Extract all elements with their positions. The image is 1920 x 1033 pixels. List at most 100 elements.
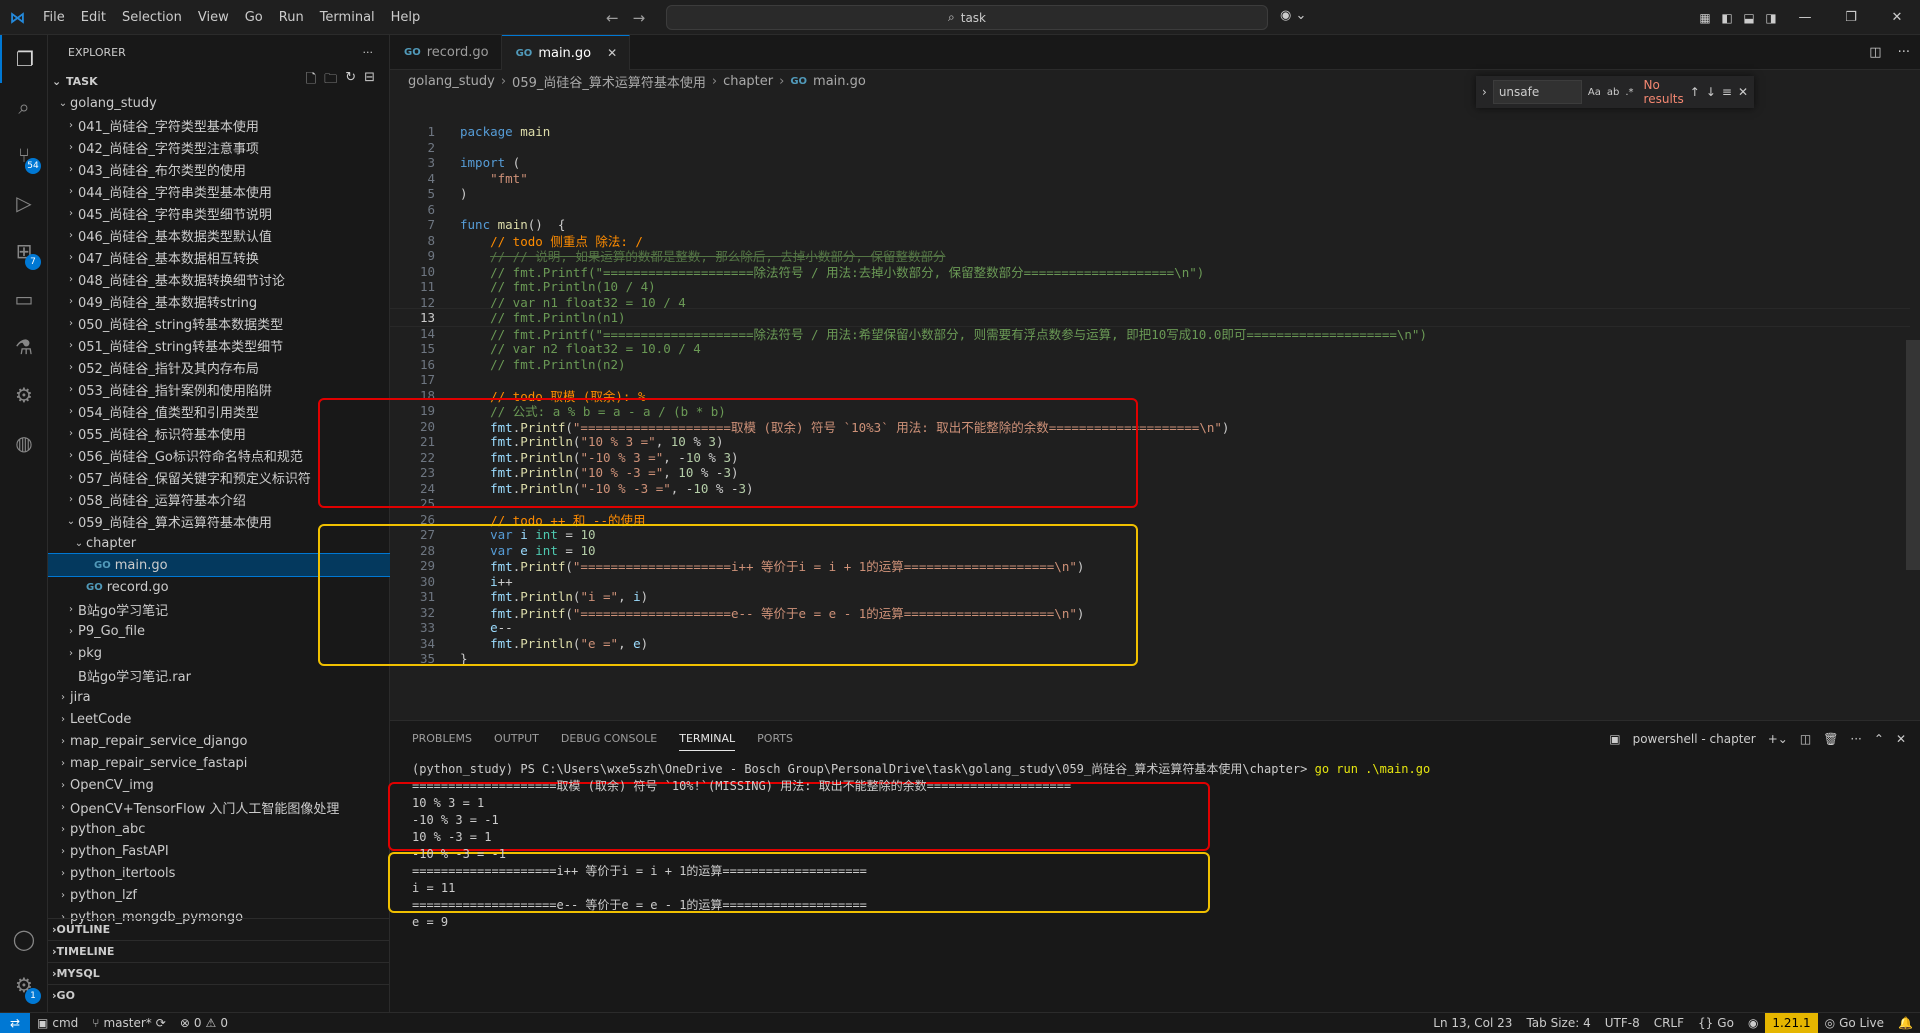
status-eol[interactable]: CRLF xyxy=(1647,1013,1691,1033)
sync-icon[interactable]: ⟳ xyxy=(156,1016,166,1030)
tree-folder-item[interactable]: › P9_Go_file xyxy=(48,620,390,642)
accounts-icon[interactable]: ◯ xyxy=(0,915,48,963)
tree-folder-item[interactable]: › 054_尚硅谷_值类型和引用类型 xyxy=(48,400,390,422)
outline-section[interactable]: › OUTLINE xyxy=(48,918,390,940)
tree-folder-item[interactable]: › 056_尚硅谷_Go标识符命名特点和规范 xyxy=(48,444,390,466)
run-debug-icon[interactable]: ▷ xyxy=(0,179,48,227)
tree-file-item[interactable]: GO main.go xyxy=(48,553,390,577)
tree-folder-item[interactable]: › python_FastAPI xyxy=(48,840,390,862)
tab-main-go[interactable]: GO main.go ✕ xyxy=(501,35,631,70)
tree-folder-item[interactable]: ⌄ chapter xyxy=(48,532,390,554)
status-tab-size[interactable]: Tab Size: 4 xyxy=(1519,1013,1597,1033)
tree-folder-item[interactable]: › 055_尚硅谷_标识符基本使用 xyxy=(48,422,390,444)
tree-folder-item[interactable]: › 051_尚硅谷_string转基本类型细节 xyxy=(48,334,390,356)
split-editor-icon[interactable]: ◫ xyxy=(1869,45,1881,60)
source-control-icon[interactable]: ⑂ xyxy=(0,131,48,179)
toggle-sidebar-icon[interactable]: ◧ xyxy=(1716,0,1738,35)
split-terminal-icon[interactable]: ◫ xyxy=(1800,732,1811,746)
breadcrumb-item[interactable]: 059_尚硅谷_算术运算符基本使用 xyxy=(512,72,706,91)
tab-output[interactable]: OUTPUT xyxy=(494,732,539,745)
status-language[interactable]: {} Go xyxy=(1691,1013,1741,1033)
menu-edit[interactable]: Edit xyxy=(73,0,114,35)
tree-folder-item[interactable]: › python_lzf xyxy=(48,884,390,906)
menu-help[interactable]: Help xyxy=(383,0,429,35)
status-problems[interactable]: ⊗ 0 ⚠ 0 xyxy=(173,1013,235,1033)
refresh-icon[interactable]: ↻ xyxy=(345,70,356,92)
tree-folder-item[interactable]: › OpenCV_img xyxy=(48,774,390,796)
chevron-right-icon[interactable]: › xyxy=(1482,85,1487,99)
toggle-secondary-sidebar-icon[interactable]: ◨ xyxy=(1760,0,1782,35)
close-panel-icon[interactable]: ✕ xyxy=(1896,732,1906,746)
breadcrumb-item[interactable]: golang_study xyxy=(408,74,495,89)
tree-folder-item[interactable]: › 043_尚硅谷_布尔类型的使用 xyxy=(48,158,390,180)
find-input[interactable]: unsafe xyxy=(1492,80,1582,104)
tree-file-item[interactable]: B站go学习笔记.rar xyxy=(48,664,390,686)
json-icon[interactable]: ◍ xyxy=(0,419,48,467)
tree-folder-item[interactable]: › jira xyxy=(48,686,390,708)
tab-terminal[interactable]: TERMINAL xyxy=(679,732,736,751)
minimize-icon[interactable]: — xyxy=(1782,0,1828,35)
timeline-section[interactable]: › TIMELINE xyxy=(48,940,390,962)
remote-explorer-icon[interactable]: ▭ xyxy=(0,275,48,323)
tree-folder-item[interactable]: › python_abc xyxy=(48,818,390,840)
forward-arrow-icon[interactable]: → xyxy=(633,9,646,27)
tree-folder-item[interactable]: › 044_尚硅谷_字符串类型基本使用 xyxy=(48,180,390,202)
tree-folder-item[interactable]: ⌄ golang_study xyxy=(48,92,390,114)
extensions-icon[interactable]: ⊞ xyxy=(0,227,48,275)
go-section[interactable]: › GO xyxy=(48,984,390,1006)
tree-folder-item[interactable]: › pkg xyxy=(48,642,390,664)
tree-folder-item[interactable]: › map_repair_service_fastapi xyxy=(48,752,390,774)
scrollbar-thumb[interactable] xyxy=(1906,340,1920,570)
tree-folder-item[interactable]: › 057_尚硅谷_保留关键字和预定义标识符 xyxy=(48,466,390,488)
breadcrumb-item[interactable]: main.go xyxy=(813,74,866,89)
manage-gear-icon[interactable]: ⚙ xyxy=(0,961,48,1009)
status-go-version[interactable]: 1.21.1 xyxy=(1765,1012,1818,1033)
new-file-icon[interactable]: 🗋 xyxy=(306,70,316,92)
new-folder-icon[interactable]: 🗀 xyxy=(324,70,337,92)
menu-go[interactable]: Go xyxy=(237,0,271,35)
status-position[interactable]: Ln 13, Col 23 xyxy=(1426,1013,1519,1033)
tree-folder-item[interactable]: › LeetCode xyxy=(48,708,390,730)
search-view-icon[interactable]: ⌕ xyxy=(0,83,48,131)
code-editor[interactable]: 1 package main 2 3 import (4 "fmt" 5) 6 7 func m… xyxy=(390,120,1920,720)
tree-folder-item[interactable]: › OpenCV+TensorFlow 入门人工智能图像处理 xyxy=(48,796,390,818)
terminal-shell-label[interactable]: powershell - chapter xyxy=(1633,732,1756,746)
kill-terminal-icon[interactable]: 🗑 xyxy=(1823,732,1838,746)
tab-ports[interactable]: PORTS xyxy=(757,732,793,745)
workspace-section[interactable]: ⌄ TASK 🗋 🗀 ↻ ⊟ xyxy=(48,70,389,92)
tree-folder-item[interactable]: › 052_尚硅谷_指针及其内存布局 xyxy=(48,356,390,378)
terminal-output[interactable]: (python_study) PS C:\Users\wxe5szh\OneDr… xyxy=(412,761,1430,931)
copilot-icon[interactable]: ◉ ⌄ xyxy=(1280,8,1306,23)
status-golive[interactable]: ◎ Go Live xyxy=(1818,1013,1891,1033)
tree-folder-item[interactable]: › 046_尚硅谷_基本数据类型默认值 xyxy=(48,224,390,246)
back-arrow-icon[interactable]: ← xyxy=(606,9,619,27)
arrow-down-icon[interactable]: ↓ xyxy=(1706,85,1716,99)
tree-folder-item[interactable]: › 050_尚硅谷_string转基本数据类型 xyxy=(48,312,390,334)
match-case-icon[interactable]: Aa xyxy=(1588,87,1601,98)
restore-icon[interactable]: ❐ xyxy=(1828,0,1874,35)
close-window-icon[interactable]: ✕ xyxy=(1874,0,1920,35)
status-branch[interactable]: ⑂ master* ⟳ xyxy=(85,1013,173,1033)
tree-folder-item[interactable]: › 047_尚硅谷_基本数据相互转换 xyxy=(48,246,390,268)
find-in-selection-icon[interactable]: ≡ xyxy=(1722,85,1732,99)
testing-icon[interactable]: ⚗ xyxy=(0,323,48,371)
notifications-bell-icon[interactable]: 🔔 xyxy=(1891,1013,1920,1033)
tab-problems[interactable]: PROBLEMS xyxy=(412,732,472,745)
menu-terminal[interactable]: Terminal xyxy=(312,0,383,35)
more-actions-icon[interactable]: ··· xyxy=(363,46,374,59)
tree-folder-item[interactable]: › python_itertools xyxy=(48,862,390,884)
add-terminal-icon[interactable]: +⌄ xyxy=(1768,732,1788,746)
menu-run[interactable]: Run xyxy=(271,0,312,35)
tree-folder-item[interactable]: › 041_尚硅谷_字符类型基本使用 xyxy=(48,114,390,136)
tree-folder-item[interactable]: › 053_尚硅谷_指针案例和使用陷阱 xyxy=(48,378,390,400)
tree-folder-item[interactable]: › B站go学习笔记 xyxy=(48,598,390,620)
tree-file-item[interactable]: GO record.go xyxy=(48,576,390,598)
more-actions-icon[interactable]: ··· xyxy=(1898,45,1910,60)
close-icon[interactable]: ✕ xyxy=(607,46,617,60)
tree-folder-item[interactable]: › map_repair_service_django xyxy=(48,730,390,752)
python-icon[interactable]: ⚙ xyxy=(0,371,48,419)
regex-icon[interactable]: .* xyxy=(1625,87,1633,98)
maximize-panel-icon[interactable]: ⌃ xyxy=(1874,732,1884,746)
tab-debug-console[interactable]: DEBUG CONSOLE xyxy=(561,732,657,745)
more-actions-icon[interactable]: ··· xyxy=(1850,732,1861,746)
